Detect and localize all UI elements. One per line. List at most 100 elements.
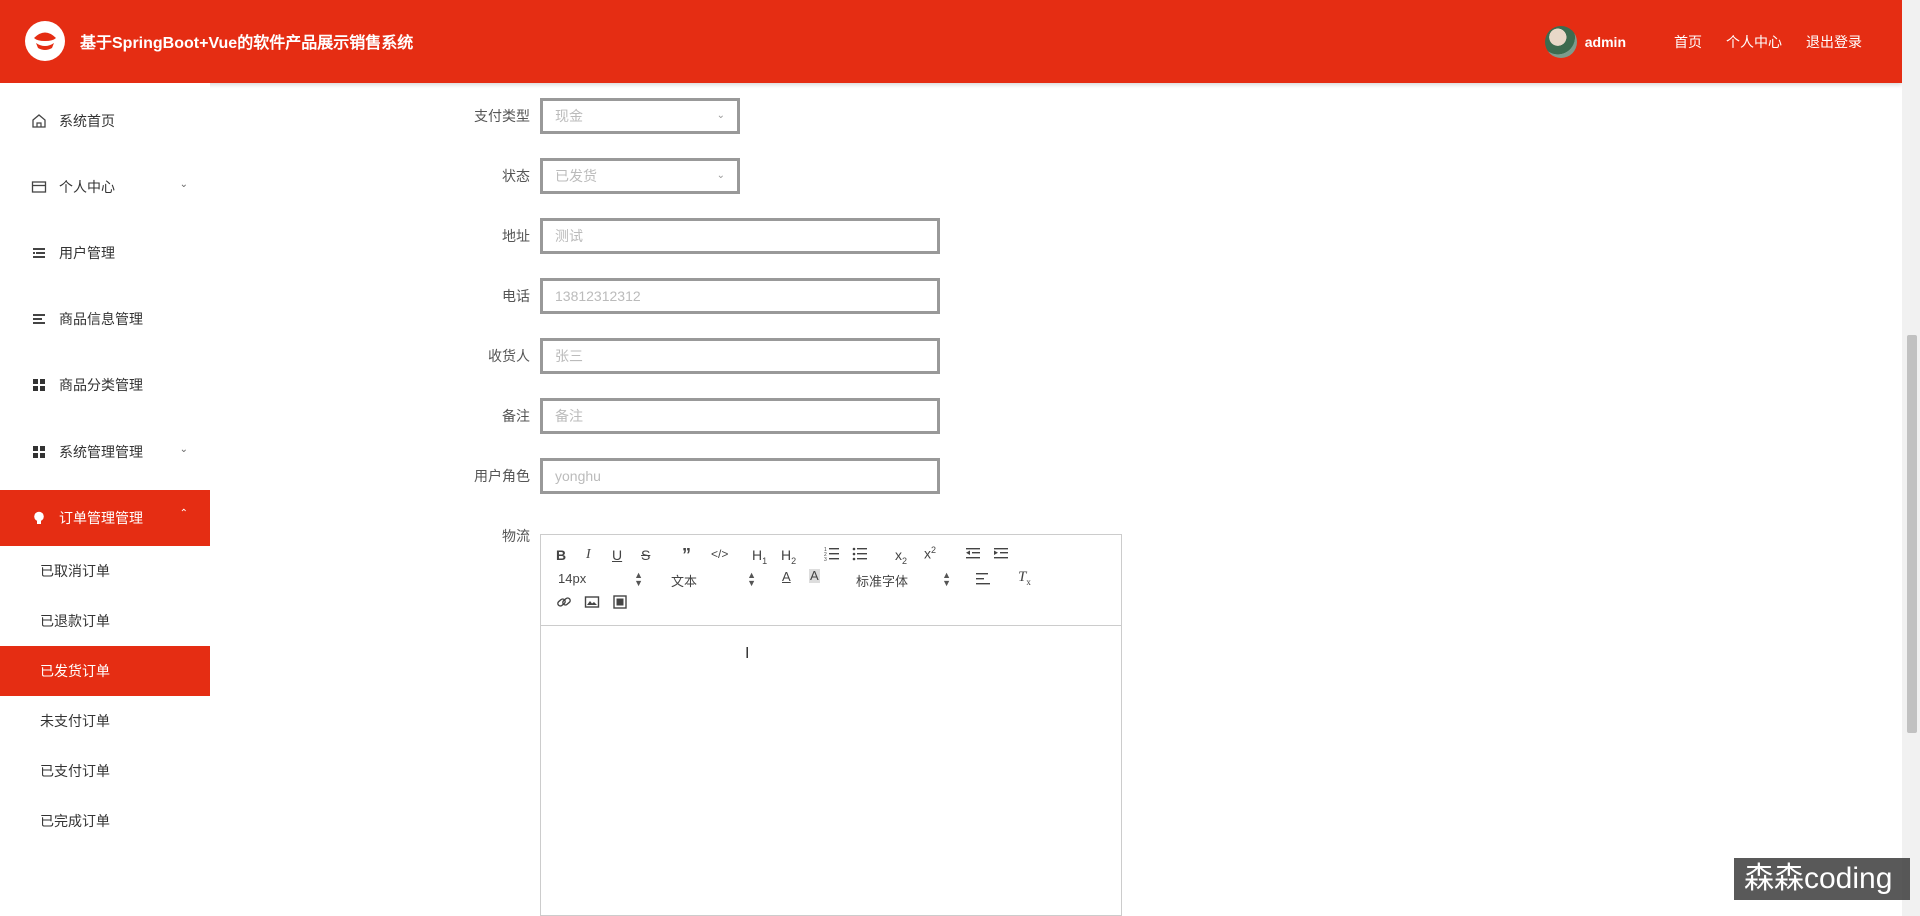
- chevron-down-icon: ⌄: [179, 444, 188, 455]
- submenu-unpaid-orders[interactable]: 未支付订单: [0, 696, 210, 746]
- bold-icon[interactable]: B: [556, 547, 566, 563]
- subscript-icon[interactable]: x2: [895, 547, 907, 566]
- font-size-select[interactable]: 14px ▲ ▼: [558, 570, 643, 588]
- updown-icon: ▲ ▼: [747, 570, 756, 588]
- sidebar-item-label: 个人中心: [59, 179, 115, 195]
- user-role-label: 用户角色: [474, 468, 530, 484]
- submenu-label: 已退款订单: [40, 613, 110, 629]
- bulb-icon: [31, 510, 47, 526]
- profile-link[interactable]: 个人中心: [1726, 32, 1782, 52]
- sidebar-item-orders[interactable]: 订单管理管理 ⌃: [0, 490, 210, 546]
- scroll-thumb[interactable]: [1907, 335, 1917, 733]
- font-size-value: 14px: [558, 571, 587, 586]
- logistics-label: 物流: [502, 528, 530, 544]
- text-cursor-icon: I: [745, 645, 750, 662]
- font-family-select[interactable]: 标准字体 ▲ ▼: [856, 570, 951, 590]
- phone-value: 13812312312: [555, 288, 641, 304]
- clear-format-icon[interactable]: Tx: [1018, 569, 1031, 587]
- bullet-list-icon[interactable]: [852, 545, 868, 564]
- outdent-icon[interactable]: [965, 545, 981, 564]
- grid-icon: [31, 444, 47, 460]
- video-icon[interactable]: [612, 594, 628, 613]
- sidebar-item-products[interactable]: 商品信息管理: [0, 291, 210, 347]
- sidebar-item-label: 商品分类管理: [59, 377, 143, 393]
- phone-input[interactable]: 13812312312: [540, 278, 940, 314]
- payment-type-row: 支付类型 现金 ⌄: [460, 96, 740, 136]
- watermark: 森森coding: [1734, 858, 1910, 900]
- user-role-row: 用户角色 yonghu: [460, 456, 940, 496]
- sidebar-item-system[interactable]: 系统管理管理 ⌄: [0, 424, 210, 480]
- sidebar-item-profile[interactable]: 个人中心 ⌄: [0, 159, 210, 215]
- chevron-down-icon: ⌄: [716, 110, 725, 121]
- align-icon[interactable]: [975, 571, 991, 590]
- status-select[interactable]: 已发货 ⌄: [540, 158, 740, 194]
- address-value: 测试: [555, 228, 583, 244]
- italic-icon[interactable]: I: [586, 547, 591, 563]
- phone-row: 电话 13812312312: [460, 276, 940, 316]
- page-scrollbar[interactable]: [1902, 0, 1920, 916]
- list-icon: [31, 311, 47, 327]
- top-header: 基于SpringBoot+Vue的软件产品展示销售系统 admin 首页 个人中…: [0, 0, 1902, 83]
- sidebar-item-users[interactable]: 用户管理: [0, 225, 210, 281]
- remark-value: 备注: [555, 408, 583, 424]
- indent-icon[interactable]: [993, 545, 1009, 564]
- sidebar-item-home[interactable]: 系统首页: [0, 93, 210, 149]
- heading1-icon[interactable]: H1: [752, 547, 767, 566]
- submenu-label: 已完成订单: [40, 813, 110, 829]
- background-color-icon[interactable]: A: [809, 569, 820, 583]
- ordered-list-icon[interactable]: 123: [824, 545, 840, 564]
- user-role-input[interactable]: yonghu: [540, 458, 940, 494]
- receiver-row: 收货人 张三: [460, 336, 940, 376]
- blockquote-icon[interactable]: ”: [682, 545, 691, 566]
- submenu-completed-orders[interactable]: 已完成订单: [0, 796, 210, 846]
- home-link[interactable]: 首页: [1674, 32, 1702, 52]
- payment-type-select[interactable]: 现金 ⌄: [540, 98, 740, 134]
- header-select[interactable]: 文本 ▲ ▼: [671, 570, 756, 590]
- strikethrough-icon[interactable]: S: [641, 547, 650, 563]
- updown-icon: ▲ ▼: [942, 570, 951, 588]
- updown-icon: ▲ ▼: [634, 570, 643, 588]
- submenu-label: 已取消订单: [40, 563, 110, 579]
- image-icon[interactable]: [584, 594, 600, 613]
- sidebar-item-label: 系统管理管理: [59, 444, 143, 460]
- submenu-refunded-orders[interactable]: 已退款订单: [0, 596, 210, 646]
- receiver-input[interactable]: 张三: [540, 338, 940, 374]
- font-color-icon[interactable]: A: [782, 569, 791, 584]
- card-icon: [31, 179, 47, 195]
- heading2-icon[interactable]: H2: [781, 547, 796, 566]
- font-family-value: 标准字体: [856, 574, 909, 589]
- app-title: 基于SpringBoot+Vue的软件产品展示销售系统: [80, 35, 414, 52]
- sidebar: 系统首页 个人中心 ⌄ 用户管理 商品信息管理 商品分类管理 系统管理管理 ⌄: [0, 83, 210, 916]
- sidebar-item-label: 用户管理: [59, 245, 115, 261]
- phone-label: 电话: [502, 288, 530, 304]
- status-label: 状态: [502, 168, 530, 184]
- sidebar-item-categories[interactable]: 商品分类管理: [0, 357, 210, 413]
- chevron-down-icon: ⌄: [716, 170, 725, 181]
- logout-link[interactable]: 退出登录: [1806, 32, 1862, 52]
- superscript-icon[interactable]: x2: [924, 545, 936, 562]
- svg-text:3: 3: [824, 557, 827, 561]
- underline-icon[interactable]: U: [612, 547, 622, 563]
- submenu-paid-orders[interactable]: 已支付订单: [0, 746, 210, 796]
- user-role-value: yonghu: [555, 468, 601, 484]
- status-row: 状态 已发货 ⌄: [460, 156, 740, 196]
- remark-input[interactable]: 备注: [540, 398, 940, 434]
- link-icon[interactable]: [556, 594, 572, 613]
- avatar[interactable]: [1544, 26, 1577, 58]
- payment-type-value: 现金: [555, 108, 583, 124]
- address-input[interactable]: 测试: [540, 218, 940, 254]
- username: admin: [1584, 34, 1626, 50]
- editor-content-area[interactable]: [541, 626, 1121, 915]
- list-icon: [31, 245, 47, 261]
- chevron-down-icon: ⌄: [179, 179, 188, 190]
- submenu-cancelled-orders[interactable]: 已取消订单: [0, 546, 210, 596]
- code-icon[interactable]: </>: [711, 547, 728, 561]
- sidebar-item-label: 系统首页: [59, 113, 115, 129]
- address-label: 地址: [502, 228, 530, 244]
- header-select-value: 文本: [671, 574, 698, 589]
- chevron-up-icon: ⌃: [179, 508, 188, 519]
- sidebar-item-label: 商品信息管理: [59, 311, 143, 327]
- submenu-label: 已支付订单: [40, 763, 110, 779]
- payment-type-label: 支付类型: [474, 108, 530, 124]
- submenu-shipped-orders[interactable]: 已发货订单: [0, 646, 210, 696]
